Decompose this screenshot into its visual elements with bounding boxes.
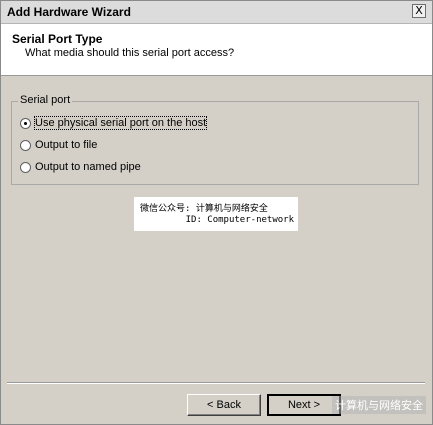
radio-button-icon[interactable] — [20, 161, 31, 173]
window-title: Add Hardware Wizard — [7, 5, 131, 19]
radio-button-icon[interactable] — [20, 139, 31, 151]
watermark-line1: 微信公众号: 计算机与网络安全 — [140, 204, 268, 214]
next-button[interactable]: Next > — [267, 394, 341, 416]
wizard-window: Add Hardware Wizard X Serial Port Type W… — [0, 0, 433, 425]
wizard-header: Serial Port Type What media should this … — [1, 24, 432, 76]
watermark-line2: ID: Computer-network — [185, 215, 294, 225]
radio-label-physical[interactable]: Use physical serial port on the host — [33, 116, 208, 130]
corner-watermark: 计算机与网络安全 — [332, 396, 426, 414]
radio-physical-port[interactable]: Use physical serial port on the host — [20, 115, 208, 131]
close-button[interactable]: X — [412, 4, 426, 18]
serial-port-legend: Serial port — [18, 94, 73, 106]
radio-button-icon[interactable] — [20, 117, 31, 129]
footer-divider — [7, 382, 425, 384]
back-button-label: < Back — [207, 399, 241, 411]
corner-watermark-text: 计算机与网络安全 — [335, 399, 423, 412]
page-subtitle: What media should this serial port acces… — [25, 47, 235, 59]
radio-label-pipe[interactable]: Output to named pipe — [35, 161, 141, 173]
title-bar[interactable]: Add Hardware Wizard X — [1, 1, 432, 24]
back-button[interactable]: < Back — [187, 394, 261, 416]
radio-label-file[interactable]: Output to file — [35, 139, 97, 151]
close-icon: X — [415, 4, 423, 17]
watermark-box: 微信公众号: 计算机与网络安全 ID: Computer-network — [134, 197, 298, 231]
radio-named-pipe[interactable]: Output to named pipe — [20, 159, 141, 175]
page-title: Serial Port Type — [12, 32, 103, 46]
next-button-label: Next > — [287, 399, 321, 411]
radio-output-file[interactable]: Output to file — [20, 137, 97, 153]
